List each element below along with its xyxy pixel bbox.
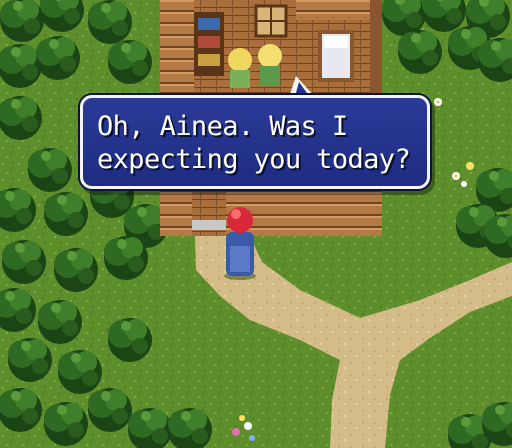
- dialog-line-1: Oh, Ainea. Was I: [97, 111, 348, 142]
- player-character-ainea[interactable]: [224, 207, 256, 280]
- game-scene: [0, 0, 512, 448]
- villager-left[interactable]: [228, 48, 252, 88]
- dialog-box[interactable]: Oh, Ainea. Was I expecting you today?: [80, 95, 430, 189]
- dialog-line-2: expecting you today?: [97, 144, 411, 175]
